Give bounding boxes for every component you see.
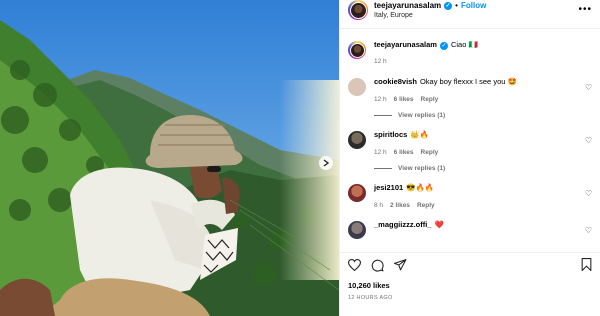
- comment-likes[interactable]: 6 likes: [394, 149, 414, 156]
- caption-age[interactable]: 12 h: [374, 58, 387, 65]
- comment-text: 😎🔥🔥: [406, 183, 435, 192]
- commenter-avatar[interactable]: [348, 131, 366, 149]
- comment-item: jesi2101 😎🔥🔥 8 h 2 likes Reply ♡: [348, 183, 592, 209]
- author-username[interactable]: teejayarunasalam: [374, 1, 441, 10]
- comment-item: cookie8vish Okay boy flexxx I see you 🤩 1…: [348, 77, 592, 103]
- post-location[interactable]: Italy, Europe: [374, 12, 486, 19]
- comment-likes[interactable]: 2 likes: [390, 202, 410, 209]
- verified-badge-icon: ✓: [444, 1, 453, 10]
- post-photo[interactable]: [0, 0, 339, 316]
- comment-icon[interactable]: [371, 259, 384, 272]
- replies-line: [374, 115, 392, 116]
- commenter-avatar[interactable]: [348, 184, 366, 202]
- commenter-avatar[interactable]: [348, 78, 366, 96]
- follow-button[interactable]: Follow: [461, 1, 486, 10]
- comment-age[interactable]: 8 h: [374, 202, 383, 209]
- view-replies-button[interactable]: View replies (1): [374, 112, 592, 119]
- chevron-right-icon: [323, 159, 329, 167]
- likes-count[interactable]: 10,260 likes: [348, 281, 390, 290]
- caption-username[interactable]: teejayarunasalam: [374, 40, 437, 49]
- caption-text: Ciao 🇮🇹: [450, 40, 478, 49]
- like-comment-heart-icon[interactable]: ♡: [585, 226, 592, 235]
- reply-button[interactable]: Reply: [417, 202, 435, 209]
- reply-button[interactable]: Reply: [421, 96, 439, 103]
- comment-age[interactable]: 12 h: [374, 96, 387, 103]
- post-actions-bar: [340, 257, 600, 273]
- comment-item: spiritlocs 👑🔥 12 h 6 likes Reply ♡: [348, 130, 592, 156]
- post-header: teejayarunasalam ✓ • Follow Italy, Europ…: [340, 0, 600, 28]
- comment-username[interactable]: cookie8vish: [374, 77, 417, 86]
- next-photo-button[interactable]: [319, 156, 333, 170]
- comment-age[interactable]: 12 h: [374, 149, 387, 156]
- post-side-panel: teejayarunasalam ✓ • Follow Italy, Europ…: [339, 0, 600, 316]
- share-icon[interactable]: [394, 259, 407, 271]
- bookmark-icon[interactable]: [581, 258, 592, 271]
- view-replies-label: View replies (1): [398, 112, 446, 119]
- comment-username[interactable]: jesi2101: [374, 183, 403, 192]
- author-avatar[interactable]: [348, 0, 368, 20]
- header-divider: [340, 28, 600, 29]
- like-comment-heart-icon[interactable]: ♡: [585, 136, 592, 145]
- view-replies-label: View replies (1): [398, 165, 446, 172]
- reply-button[interactable]: Reply: [421, 149, 439, 156]
- like-comment-heart-icon[interactable]: ♡: [585, 189, 592, 198]
- comment-username[interactable]: _maggiizzz.offi_: [374, 220, 432, 229]
- heart-icon[interactable]: [348, 259, 361, 271]
- comment-username[interactable]: spiritlocs: [374, 130, 407, 139]
- comment-likes[interactable]: 6 likes: [394, 96, 414, 103]
- caption: teejayarunasalam ✓ Ciao 🇮🇹 12 h: [348, 40, 592, 65]
- actions-divider: [340, 252, 600, 253]
- replies-line: [374, 168, 392, 169]
- comment-text: Okay boy flexxx I see you 🤩: [419, 77, 517, 86]
- author-avatar[interactable]: [348, 41, 366, 59]
- like-comment-heart-icon[interactable]: ♡: [585, 83, 592, 92]
- commenter-avatar[interactable]: [348, 221, 366, 239]
- comment-text: ❤️: [434, 220, 444, 229]
- more-options-icon[interactable]: •••: [578, 4, 592, 15]
- post-timestamp[interactable]: 12 HOURS AGO: [348, 295, 393, 301]
- view-replies-button[interactable]: View replies (1): [374, 165, 592, 172]
- comment-item: _maggiizzz.offi_ ❤️ ♡: [348, 220, 592, 239]
- photo-image: [0, 0, 339, 316]
- comment-text: 👑🔥: [410, 130, 430, 139]
- comments-list[interactable]: teejayarunasalam ✓ Ciao 🇮🇹 12 h cookie8vis…: [340, 36, 600, 252]
- dot-separator: •: [455, 1, 458, 10]
- verified-badge-icon: ✓: [439, 42, 448, 50]
